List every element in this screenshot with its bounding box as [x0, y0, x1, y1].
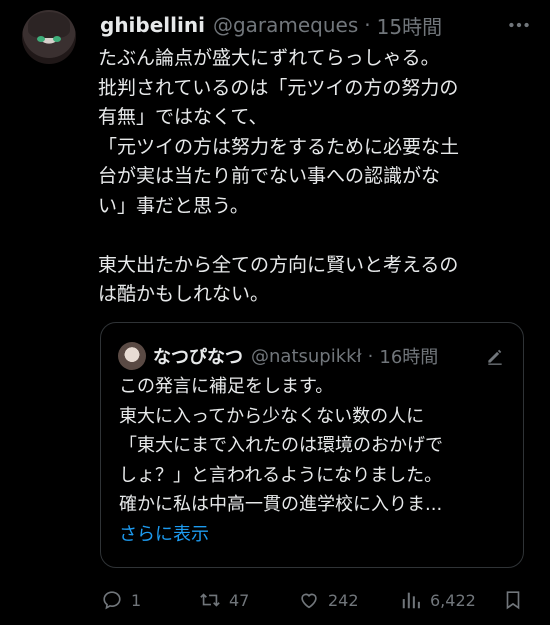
avatar-hair	[28, 12, 70, 38]
quoted-line: 「東大にまで入れたのは環境のおかげで	[119, 435, 443, 456]
author-handle[interactable]: @garameques	[213, 13, 358, 37]
tweet-line: 有無」ではなくて、	[98, 106, 268, 128]
quoted-avatar	[118, 342, 146, 370]
like-button[interactable]: 242	[298, 586, 359, 614]
tweet-line	[98, 221, 538, 251]
quoted-time: 16時間	[379, 347, 439, 368]
tweet-line: 「元ツイの方は努力をするために必要な土	[98, 135, 460, 158]
views-chart-icon	[402, 592, 420, 609]
avatar-eye-right	[53, 36, 61, 42]
heart-icon	[301, 593, 317, 609]
quoted-author-handle: @natsupikkł	[251, 345, 362, 367]
author-name[interactable]: ghibellini	[100, 13, 205, 37]
avatar-eye-left	[37, 36, 45, 42]
quoted-line: 東大に入ってから少なくない数の人に	[119, 405, 425, 427]
tweet-line: は酷かもしれない。	[98, 283, 270, 305]
quoted-tweet[interactable]: なつぴなつ @natsupikkł · 16時間 この発言に補足をします。 東大…	[100, 322, 524, 568]
retweet-count: 47	[229, 590, 250, 610]
tweet-header: ghibellini @garameques · 15時間	[100, 10, 442, 40]
tweet-line: たぶん論点が盛大にずれてらっしゃる。	[98, 47, 440, 69]
reply-button[interactable]: 1	[101, 586, 141, 614]
quoted-line: 確かに私は中高一貫の進学校に入りま...	[119, 494, 443, 515]
quoted-author-name: なつぴなつ	[153, 347, 243, 368]
show-more-link[interactable]: さらに表示	[119, 520, 514, 550]
separator-dot: ·	[364, 13, 371, 37]
tweet-line: 批判されているのは「元ツイの方の努力の	[98, 76, 459, 99]
quoted-line: この発言に補足をします。	[119, 376, 334, 397]
author-avatar[interactable]	[22, 10, 76, 64]
separator-dot: ·	[367, 345, 374, 367]
retweet-icon	[200, 593, 220, 607]
more-options-icon[interactable]	[506, 12, 532, 38]
like-count: 242	[328, 590, 359, 610]
quoted-header: なつぴなつ @natsupikkł · 16時間	[153, 341, 438, 371]
tweet-line: い」事だと思う。	[98, 194, 249, 217]
bookmark-button[interactable]	[502, 586, 532, 614]
bookmark-icon	[506, 591, 520, 610]
view-count: 6,422	[430, 590, 476, 610]
views-button[interactable]: 6,422	[400, 586, 476, 614]
edited-pencil-icon	[488, 349, 502, 365]
quoted-text: この発言に補足をします。 東大に入ってから少なくない数の人に 「東大にまで入れた…	[119, 372, 514, 549]
reply-icon	[103, 591, 121, 610]
tweet-line: 東大出たから全ての方向に賢いと考えるの	[98, 253, 459, 276]
tweet-text: たぶん論点が盛大にずれてらっしゃる。 批判されているのは「元ツイの方の努力の 有…	[98, 44, 538, 310]
action-bar: 1 47 242 6,422	[0, 586, 550, 614]
quoted-line: しょ？」と言われるようになりました。	[119, 464, 443, 486]
tweet-line: 台が実は当たり前でない事への認識がな	[98, 165, 441, 187]
reply-count: 1	[131, 590, 142, 610]
retweet-button[interactable]: 47	[199, 586, 249, 614]
tweet-time[interactable]: 15時間	[377, 11, 442, 40]
